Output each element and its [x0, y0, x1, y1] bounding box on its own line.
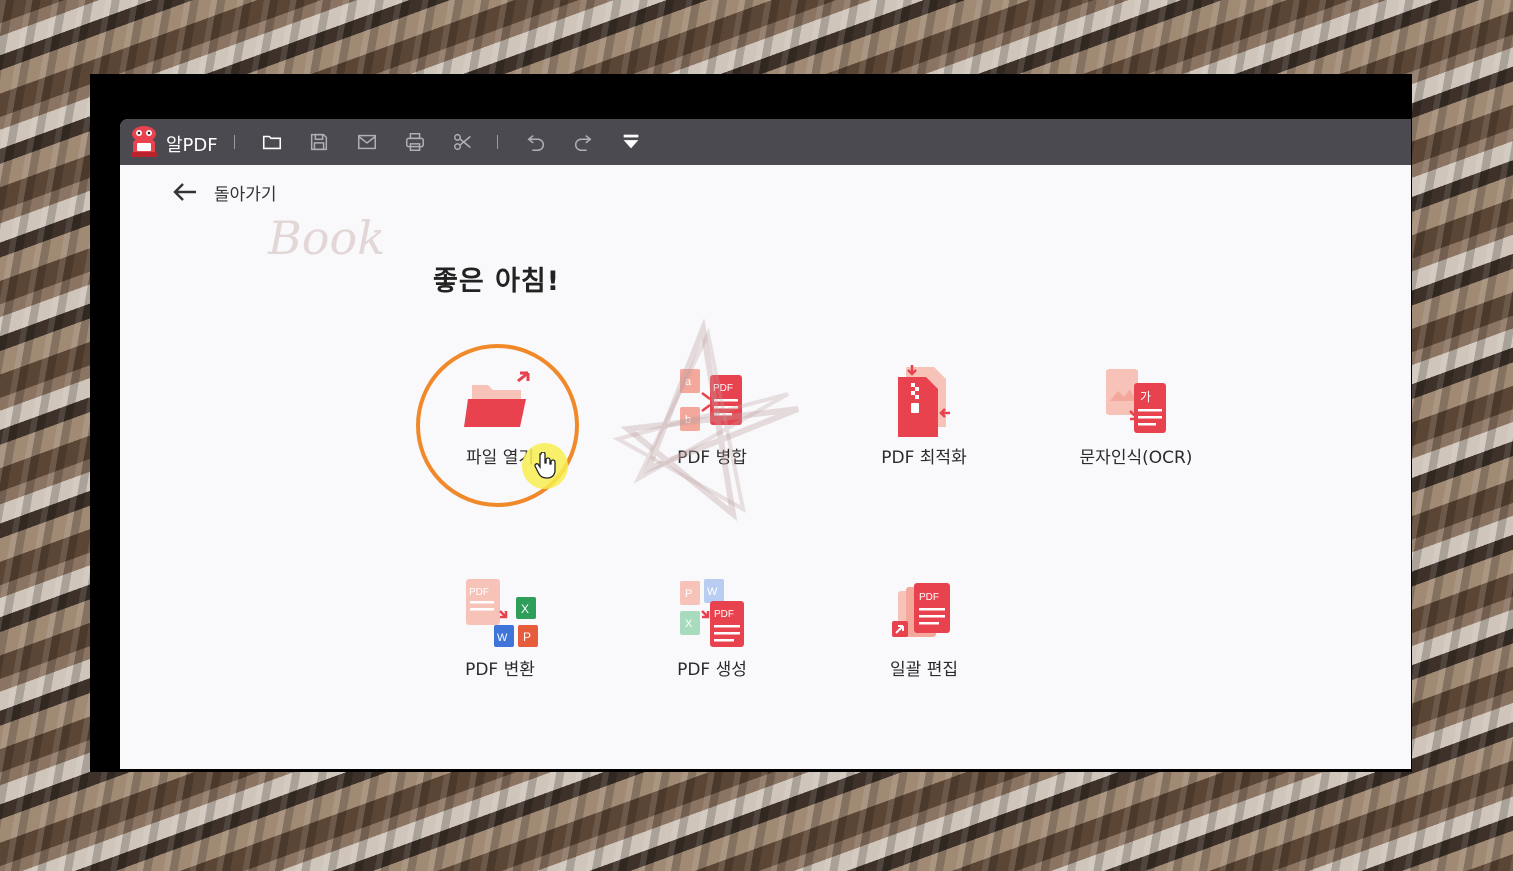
svg-text:PDF: PDF: [919, 592, 939, 603]
print-icon[interactable]: [402, 129, 428, 155]
tile-label: PDF 생성: [677, 660, 747, 680]
batch-edit-icon: PDF: [892, 583, 950, 637]
arrow-left-icon: [173, 183, 196, 201]
tile-merge-pdf[interactable]: a b PDF PDF 병합: [622, 363, 802, 483]
svg-text:X: X: [685, 618, 693, 630]
convert-pdf-icon: PDF X W P: [466, 579, 538, 647]
tile-label: PDF 최적화: [881, 448, 967, 468]
tile-label: 일괄 편집: [890, 660, 958, 680]
toolbar-separator: [234, 135, 235, 149]
app-name: 알PDF: [166, 135, 218, 156]
svg-text:b: b: [685, 414, 691, 426]
svg-text:a: a: [685, 376, 692, 388]
app-window: 알PDF 돌아가기 좋은 아침! 파일 열기 a b PDF PDF 병합 PD…: [120, 119, 1411, 769]
tile-label: PDF 변환: [465, 660, 535, 680]
tile-optimize-pdf[interactable]: PDF 최적화: [834, 363, 1014, 483]
tile-label: PDF 병합: [677, 448, 747, 468]
svg-text:X: X: [521, 602, 529, 616]
svg-text:PDF: PDF: [713, 383, 733, 394]
svg-text:W: W: [707, 586, 718, 598]
toolbar-separator: [497, 135, 498, 149]
hand-cursor-icon: [534, 452, 556, 479]
zip-pdf-icon: [898, 365, 950, 437]
svg-text:P: P: [523, 630, 531, 644]
create-pdf-icon: P W X PDF: [680, 579, 744, 647]
tile-create-pdf[interactable]: P W X PDF PDF 생성: [622, 575, 802, 695]
redo-icon[interactable]: [570, 129, 596, 155]
app-logo-icon: [131, 126, 157, 157]
scissors-icon[interactable]: [450, 129, 476, 155]
svg-text:가: 가: [1140, 390, 1151, 404]
folder-icon[interactable]: [259, 129, 285, 155]
tile-convert-pdf[interactable]: PDF X W P PDF 변환: [410, 575, 590, 695]
save-icon[interactable]: [306, 129, 332, 155]
dropdown-icon[interactable]: [618, 129, 644, 155]
back-button[interactable]: 돌아가기: [172, 177, 277, 207]
svg-text:PDF: PDF: [469, 587, 489, 598]
greeting-heading: 좋은 아침!: [433, 266, 561, 297]
svg-text:W: W: [497, 632, 508, 644]
watermark-text: Book: [268, 211, 386, 265]
ocr-icon: 가: [1106, 369, 1166, 433]
merge-pdf-icon: a b PDF: [680, 369, 742, 431]
tile-ocr[interactable]: 가 문자인식(OCR): [1046, 363, 1226, 483]
tile-batch-edit[interactable]: PDF 일괄 편집: [834, 575, 1014, 695]
mail-icon[interactable]: [354, 129, 380, 155]
undo-icon[interactable]: [523, 129, 549, 155]
back-label: 돌아가기: [214, 184, 277, 205]
svg-text:P: P: [685, 588, 692, 600]
svg-text:PDF: PDF: [714, 609, 734, 620]
tile-label: 문자인식(OCR): [1079, 448, 1193, 468]
titlebar: 알PDF: [120, 119, 1411, 165]
